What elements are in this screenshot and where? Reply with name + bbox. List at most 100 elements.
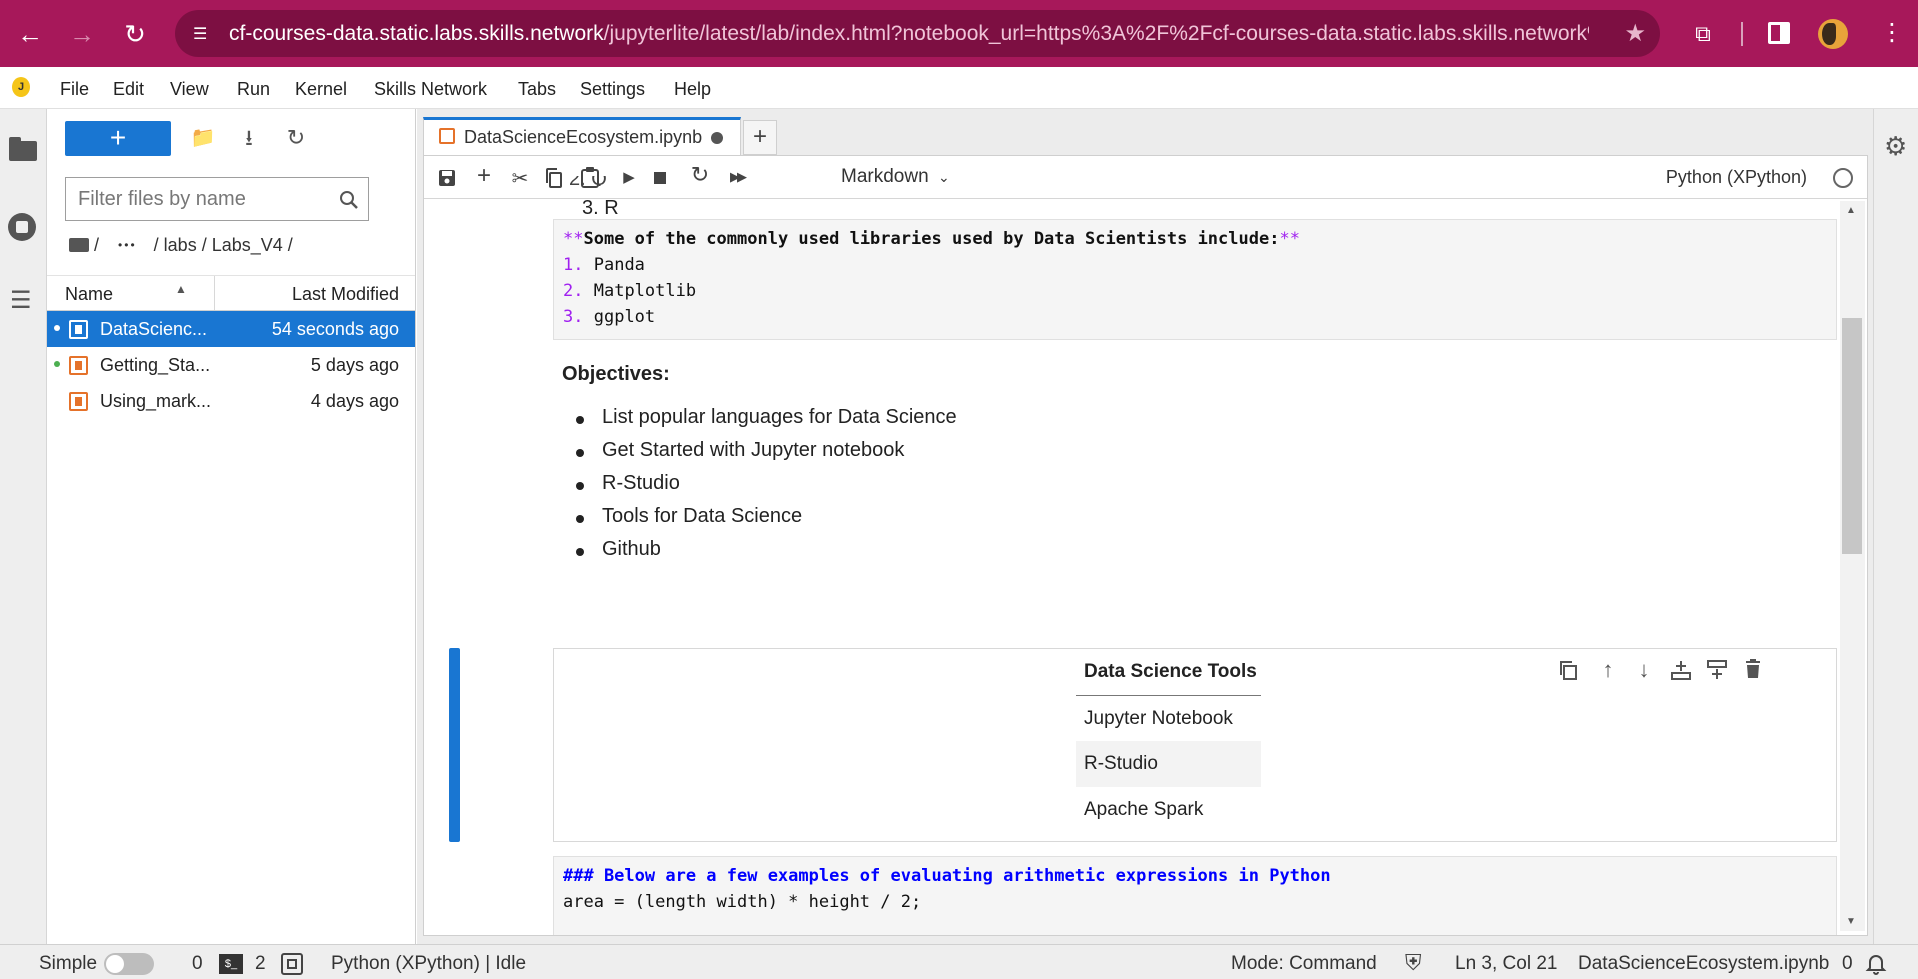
menu-settings[interactable]: Settings — [580, 79, 645, 100]
folder-icon[interactable] — [9, 137, 37, 161]
terminal-count[interactable]: 2 — [255, 953, 266, 975]
menu-file[interactable]: File — [60, 79, 89, 100]
notebook-panel: + ✂ ▶ ↻ ▶▶ Markdown ⌄ Python (XPython) 2… — [423, 155, 1868, 936]
file-modified: 4 days ago — [310, 391, 399, 411]
scrollbar-thumb[interactable] — [1842, 318, 1862, 554]
extensions-icon[interactable]: ⧉ — [1683, 14, 1723, 54]
mode-indicator[interactable]: Mode: Command — [1231, 953, 1377, 975]
menu-run[interactable]: Run — [237, 79, 270, 100]
back-icon[interactable]: ← — [10, 14, 50, 54]
list-item-r: 3. R — [582, 197, 619, 219]
notebook-tab[interactable]: DataScienceEcosystem.ipynb — [423, 117, 741, 155]
notification-bell-icon[interactable] — [1864, 951, 1888, 975]
save-icon[interactable] — [437, 168, 457, 188]
breadcrumb: / ••• / labs / Labs_V4 / — [69, 235, 293, 256]
notification-count[interactable]: 0 — [1842, 953, 1853, 975]
kernel-count[interactable]: 0 — [192, 953, 203, 975]
home-folder-icon[interactable] — [69, 238, 89, 252]
cell-type-select[interactable]: Markdown ⌄ — [841, 166, 950, 188]
copy-icon[interactable] — [544, 167, 564, 189]
file-modified: 5 days ago — [310, 355, 399, 375]
objective-item: List popular languages for Data Science — [576, 406, 957, 439]
property-inspector-gear-icon[interactable]: ⚙ — [1884, 131, 1907, 162]
menu-edit[interactable]: Edit — [113, 79, 144, 100]
search-icon — [340, 191, 358, 209]
refresh-icon[interactable]: ↻ — [281, 123, 311, 153]
objective-item: Github — [576, 538, 957, 571]
library-item: 3. ggplot — [563, 307, 656, 327]
upload-icon[interactable]: ⭳ — [234, 123, 264, 153]
table-row: R-Studio — [1076, 741, 1261, 787]
cut-icon[interactable]: ✂ — [507, 166, 533, 190]
file-name: Getting_Sta... — [100, 355, 211, 375]
delete-cell-icon[interactable] — [1743, 658, 1763, 680]
running-sessions-icon[interactable] — [8, 213, 36, 241]
scroll-down-arrow-icon[interactable]: ▼ — [1846, 916, 1856, 927]
active-cell-indicator[interactable] — [449, 648, 460, 842]
menu-kernel[interactable]: Kernel — [295, 79, 347, 100]
tab-title: DataScienceEcosystem.ipynb — [464, 127, 703, 147]
table-of-contents-icon[interactable]: ☰ — [10, 289, 32, 313]
browser-menu-icon[interactable]: ⋮ — [1880, 18, 1904, 48]
reload-icon[interactable]: ↻ — [115, 14, 155, 54]
move-cell-down-icon[interactable]: ↓ — [1631, 657, 1657, 683]
profile-avatar[interactable] — [1818, 19, 1848, 49]
running-indicator-dot — [54, 361, 60, 367]
duplicate-cell-icon[interactable] — [1557, 659, 1579, 681]
breadcrumb-ellipsis[interactable]: ••• — [118, 238, 137, 252]
filter-files-input[interactable] — [78, 188, 328, 211]
move-cell-up-icon[interactable]: ↑ — [1595, 657, 1621, 683]
site-info-icon[interactable]: ☰ — [193, 24, 215, 43]
url-text[interactable]: cf-courses-data.static.labs.skills.netwo… — [229, 22, 1589, 46]
previous-list-item-clip: 2. Q — [569, 176, 769, 186]
insert-cell-above-icon[interactable] — [1670, 659, 1692, 681]
scroll-up-arrow-icon[interactable]: ▲ — [1846, 205, 1856, 216]
kernel-status[interactable]: Python (XPython) | Idle — [331, 953, 526, 975]
cursor-position[interactable]: Ln 3, Col 21 — [1455, 953, 1557, 975]
chevron-down-icon: ⌄ — [937, 169, 950, 185]
menu-tabs[interactable]: Tabs — [518, 79, 556, 100]
menu-help[interactable]: Help — [674, 79, 711, 100]
add-tab-button[interactable]: + — [743, 120, 777, 155]
column-last-modified[interactable]: Last Modified — [292, 284, 399, 305]
insert-cell-icon[interactable]: + — [471, 162, 497, 189]
breadcrumb-path[interactable]: / labs / Labs_V4 / — [154, 235, 293, 255]
insert-cell-below-icon[interactable] — [1706, 659, 1728, 681]
address-bar[interactable]: ☰ cf-courses-data.static.labs.skills.net… — [175, 10, 1660, 57]
unsaved-dot-icon[interactable] — [711, 132, 723, 144]
side-panel-icon[interactable] — [1768, 22, 1790, 44]
toolbar-divider — [1741, 22, 1743, 46]
tools-table-cell[interactable]: Data Science Tools Jupyter Notebook R-St… — [553, 648, 1837, 842]
library-item: 2. Matplotlib — [563, 281, 697, 301]
file-row-using-markdown[interactable]: Using_mark... 4 days ago — [47, 383, 415, 419]
notebook-scrollbar[interactable]: ▲ ▼ — [1840, 201, 1865, 931]
file-name: DataScienc... — [100, 319, 208, 339]
library-item: 1. Panda — [563, 255, 645, 275]
new-launcher-button[interactable]: + — [65, 121, 171, 156]
sort-ascending-icon: ▲ — [175, 282, 187, 296]
file-row-datascience[interactable]: DataScienc... 54 seconds ago — [47, 311, 415, 347]
activity-bar: ☰ — [0, 109, 47, 944]
simple-mode-toggle[interactable] — [104, 953, 154, 975]
filter-files-field[interactable] — [65, 177, 369, 221]
menu-skills-network[interactable]: Skills Network — [374, 79, 487, 100]
cell-type-value: Markdown — [841, 166, 929, 187]
kernel-name-button[interactable]: Python (XPython) — [1666, 167, 1807, 188]
arithmetic-heading: ### Below are a few examples of evaluati… — [563, 866, 1331, 886]
notebook-file-icon — [69, 356, 88, 375]
column-name[interactable]: Name — [65, 284, 113, 305]
open-indicator-dot — [54, 325, 60, 331]
bookmark-star-icon[interactable]: ★ — [1624, 19, 1646, 48]
libraries-markdown-cell[interactable]: **Some of the commonly used libraries us… — [553, 219, 1837, 340]
forward-icon[interactable]: → — [62, 14, 102, 54]
breadcrumb-root[interactable]: / — [94, 235, 99, 255]
terminal-icon[interactable]: $_ — [219, 954, 243, 974]
trusted-shield-icon[interactable]: ⛨ — [1405, 950, 1422, 976]
menu-view[interactable]: View — [170, 79, 209, 100]
objective-item: R-Studio — [576, 472, 957, 505]
new-folder-icon[interactable]: 📁 — [188, 123, 218, 153]
file-row-getting-started[interactable]: Getting_Sta... 5 days ago — [47, 347, 415, 383]
arithmetic-markdown-cell[interactable]: ### Below are a few examples of evaluati… — [553, 856, 1837, 935]
cpu-icon[interactable] — [281, 953, 303, 975]
table-row: Apache Spark — [1084, 799, 1204, 820]
